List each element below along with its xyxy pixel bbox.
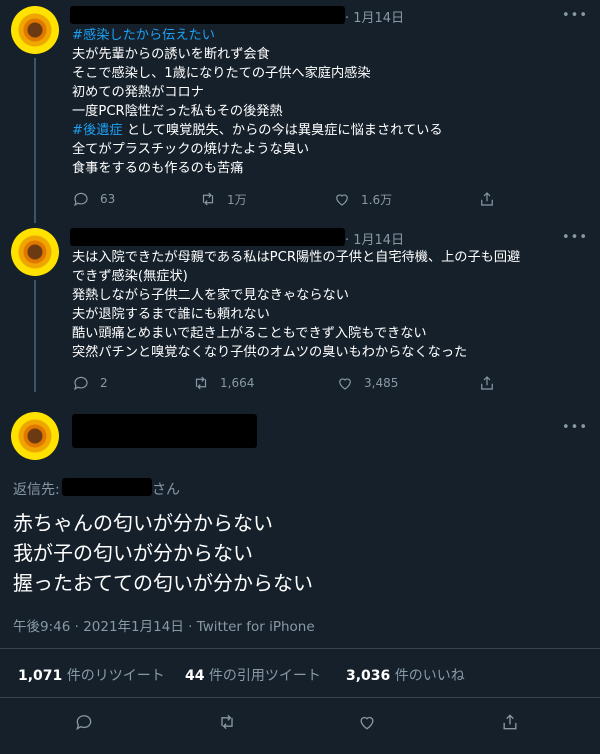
- like-button[interactable]: 1.6万: [333, 190, 392, 208]
- likes-stat[interactable]: 3,036 件のいいね: [346, 665, 465, 685]
- redacted-name: [72, 414, 257, 448]
- like-button[interactable]: [357, 712, 377, 732]
- avatar[interactable]: [11, 412, 59, 460]
- retweet-icon: [221, 714, 233, 730]
- tweet-line: 一度PCR陰性だった私もその後発熱: [72, 104, 283, 119]
- avatar[interactable]: [11, 228, 59, 276]
- retweet-icon: [195, 376, 207, 390]
- retweet-button[interactable]: [217, 712, 237, 732]
- redacted-handle[interactable]: [62, 478, 152, 496]
- tweet-line: そこで感染し、1歳になりたての子供へ家庭内感染: [72, 66, 371, 81]
- tweet-line: 我が子の匂いが分からない: [13, 541, 253, 565]
- share-button[interactable]: [478, 374, 496, 392]
- tweet-text: #感染したから伝えたい 夫が先輩からの誘いを断れず会食 そこで感染し、1歳になり…: [72, 26, 443, 178]
- avatar[interactable]: [11, 6, 59, 54]
- hashtag-link[interactable]: #感染したから伝えたい: [72, 28, 215, 43]
- tweet-line: 初めての発熱がコロナ: [72, 85, 204, 100]
- tweet-line: 赤ちゃんの匂いが分からない: [13, 511, 273, 535]
- tweet-line: #後遺症 として嗅覚脱失、からの今は異臭症に悩まされている: [72, 123, 443, 138]
- more-options-icon[interactable]: •••: [562, 420, 588, 435]
- tweet-line: できず感染(無症状): [72, 269, 188, 284]
- redacted-name: [70, 228, 345, 246]
- divider: [0, 648, 600, 649]
- share-button[interactable]: [478, 190, 496, 208]
- tweet-line: #感染したから伝えたい: [72, 26, 443, 45]
- share-button[interactable]: [500, 712, 520, 732]
- tweet-line: 夫は入院できたが母親である私はPCR陽性の子供と自宅待機、上の子も回避: [72, 250, 521, 265]
- reply-count: 63: [100, 192, 116, 206]
- tweet-line: 握ったおてての匂いが分からない: [13, 571, 313, 595]
- reply-button[interactable]: [74, 712, 94, 732]
- reply-button[interactable]: 63: [72, 190, 115, 208]
- redacted-name: [70, 6, 345, 24]
- reply-icon: [76, 715, 92, 731]
- share-icon: [481, 376, 493, 390]
- like-button[interactable]: 3,485: [336, 374, 398, 392]
- tweet-text: 夫は入院できたが母親である私はPCR陽性の子供と自宅待機、上の子も回避 できず感…: [72, 248, 520, 362]
- tweet-line: 食事をするのも作るのも苦痛: [72, 161, 244, 176]
- like-count: 3,485: [364, 376, 399, 390]
- tweet-line: 発熱しながら子供二人を家で見なきゃならない: [72, 288, 349, 303]
- retweets-stat[interactable]: 1,071 件のリツイート: [18, 665, 165, 685]
- tweet-line: 夫が退院するまで誰にも頼れない: [72, 307, 270, 322]
- heart-icon: [360, 716, 374, 730]
- share-icon: [503, 714, 517, 730]
- heart-icon: [336, 194, 348, 206]
- divider: [0, 697, 600, 698]
- reply-icon: [74, 192, 88, 207]
- hashtag-link[interactable]: #後遺症: [72, 123, 123, 138]
- tweet-date[interactable]: · 1月14日: [345, 7, 404, 26]
- reply-count: 2: [100, 376, 108, 390]
- reply-icon: [74, 376, 88, 391]
- main-tweet-text: 赤ちゃんの匂いが分からない 我が子の匂いが分からない 握ったおてての匂いが分から…: [13, 508, 313, 598]
- tweet-date[interactable]: · 1月14日: [345, 229, 404, 248]
- reply-to-label: 返信先:: [13, 482, 60, 498]
- retweet-count: 1,664: [220, 376, 255, 390]
- more-options-icon[interactable]: •••: [562, 8, 588, 23]
- retweet-count: 1万: [227, 192, 247, 207]
- tweet-timestamp[interactable]: 午後9:46 · 2021年1月14日 · Twitter for iPhone: [13, 615, 315, 635]
- reply-button[interactable]: 2: [72, 374, 108, 392]
- more-options-icon[interactable]: •••: [562, 230, 588, 245]
- thread-line: [34, 58, 36, 223]
- retweet-button[interactable]: 1万: [199, 190, 247, 208]
- tweet-line: 突然パチンと嗅覚なくなり子供のオムツの臭いもわからなくなった: [72, 345, 468, 360]
- reply-to-suffix: さん: [152, 482, 180, 498]
- tweet-line: 酷い頭痛とめまいで起き上がることもできず入院もできない: [72, 326, 427, 341]
- tweet-line: 夫が先輩からの誘いを断れず会食: [72, 47, 270, 62]
- retweet-icon: [202, 192, 214, 206]
- like-count: 1.6万: [361, 192, 393, 207]
- tweet-line: 全てがプラスチックの焼けたような臭い: [72, 142, 310, 157]
- retweet-button[interactable]: 1,664: [192, 374, 254, 392]
- thread-line: [34, 280, 36, 392]
- quotes-stat[interactable]: 44 件の引用ツイート: [185, 665, 321, 685]
- share-icon: [481, 192, 493, 206]
- heart-icon: [339, 378, 351, 390]
